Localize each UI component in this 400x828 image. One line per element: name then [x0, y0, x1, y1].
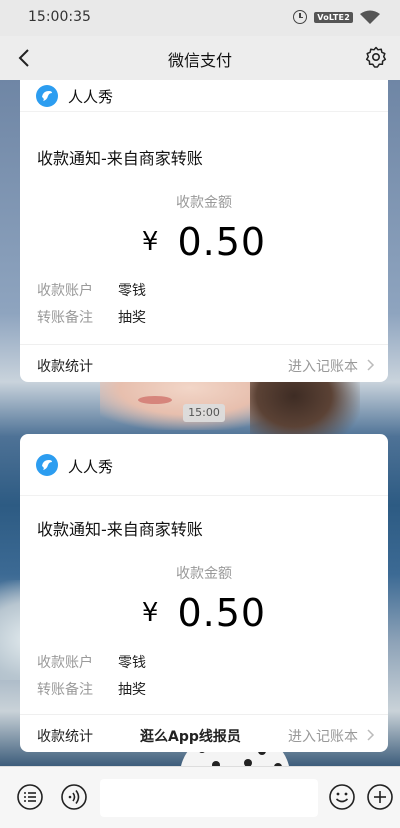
status-icons: VoLTE2 [293, 10, 380, 24]
detail-key: 收款账户 [37, 655, 93, 671]
nav-bar: 微信支付 [0, 36, 400, 80]
card-header: 人人秀 [20, 434, 388, 496]
status-time: 15:00:35 [28, 9, 91, 25]
alarm-icon [293, 10, 308, 24]
app-name: 人人秀 [68, 458, 114, 476]
detail-key: 转账备注 [37, 310, 93, 326]
footer-stats-label: 收款统计 [37, 729, 93, 745]
card-footer-link[interactable]: 收款统计 逛么App线报员 进入记账本 [20, 714, 388, 752]
detail-key: 收款账户 [37, 283, 93, 299]
chat-input-bar [0, 766, 400, 828]
footer-stats-label: 收款统计 [37, 359, 93, 375]
detail-value: 零钱 [118, 283, 146, 299]
card-footer-link[interactable]: 收款统计 进入记账本 [20, 344, 388, 382]
chevron-right-icon [367, 729, 375, 741]
card-title: 收款通知-来自商家转账 [37, 520, 203, 539]
volte-icon: VoLTE2 [314, 11, 353, 23]
amount-number: 0.50 [177, 220, 267, 264]
app-name: 人人秀 [68, 88, 114, 106]
payment-card[interactable]: 人人秀 收款通知-来自商家转账 收款金额 ¥0.50 收款账户 零钱 转账备注 … [20, 80, 388, 382]
wifi-icon [360, 10, 380, 24]
gear-icon[interactable] [364, 45, 388, 69]
renrenxiu-logo-icon [36, 85, 58, 107]
plus-icon[interactable] [366, 783, 394, 811]
voice-icon[interactable] [60, 783, 88, 811]
detail-value: 抽奖 [118, 310, 146, 326]
card-header: 人人秀 [20, 80, 388, 112]
message-input[interactable] [100, 779, 318, 817]
status-bar: 15:00:35 VoLTE2 [0, 0, 400, 36]
card-title: 收款通知-来自商家转账 [37, 149, 203, 168]
chat-timestamp: 15:00 [183, 404, 225, 422]
amount-number: 0.50 [177, 591, 267, 635]
amount-value: ¥0.50 [20, 220, 388, 264]
detail-value: 抽奖 [118, 682, 146, 698]
watermark-text: 逛么App线报员 [140, 729, 241, 745]
detail-value: 零钱 [118, 655, 146, 671]
payment-card[interactable]: 人人秀 收款通知-来自商家转账 收款金额 ¥0.50 收款账户 零钱 转账备注 … [20, 434, 388, 752]
footer-ledger-link[interactable]: 进入记账本 [288, 726, 358, 746]
renrenxiu-logo-icon [36, 454, 58, 476]
amount-label: 收款金额 [176, 566, 232, 582]
chevron-right-icon [367, 359, 375, 371]
currency-symbol: ¥ [141, 227, 160, 257]
amount-label: 收款金额 [176, 195, 232, 211]
menu-list-icon[interactable] [16, 783, 44, 811]
footer-ledger-link[interactable]: 进入记账本 [288, 356, 358, 376]
emoji-icon[interactable] [328, 783, 356, 811]
page-title: 微信支付 [167, 51, 232, 70]
currency-symbol: ¥ [141, 598, 160, 628]
amount-value: ¥0.50 [20, 591, 388, 635]
detail-key: 转账备注 [37, 682, 93, 698]
background-photo-lips [138, 396, 172, 404]
